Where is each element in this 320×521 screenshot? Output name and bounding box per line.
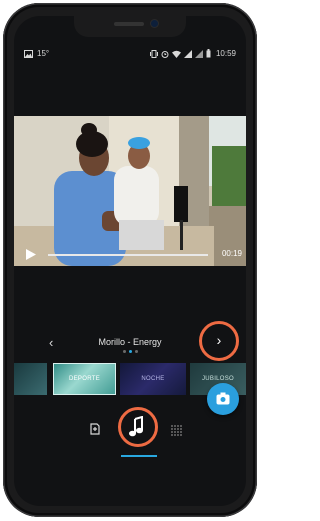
phone-frame: 15° 10:59 00:19 ‹ Morillo - Energy › DEP… bbox=[3, 3, 257, 517]
camera-button[interactable] bbox=[207, 383, 239, 415]
front-camera bbox=[151, 20, 158, 27]
format-icon[interactable] bbox=[171, 423, 183, 441]
status-temperature: 15° bbox=[37, 49, 50, 58]
signal-icon bbox=[183, 49, 192, 58]
filter-noche[interactable]: NOCHE bbox=[120, 363, 186, 395]
signal-icon bbox=[194, 49, 203, 58]
filter-deporte[interactable]: DEPORTE bbox=[53, 363, 116, 395]
status-bar: 15° 10:59 bbox=[14, 47, 246, 61]
music-note-icon[interactable] bbox=[127, 415, 147, 443]
next-song-button[interactable]: › bbox=[208, 329, 230, 351]
speaker-grille bbox=[114, 22, 144, 26]
alarm-icon bbox=[161, 50, 169, 58]
video-preview[interactable]: 00:19 bbox=[14, 116, 246, 266]
page-dot bbox=[122, 350, 126, 353]
player-controls: 00:19 bbox=[14, 242, 246, 266]
status-time: 10:59 bbox=[215, 49, 236, 58]
timeline-icon[interactable] bbox=[89, 422, 101, 440]
filter-thumbnail[interactable] bbox=[14, 363, 47, 395]
progress-track[interactable] bbox=[48, 254, 208, 256]
play-icon[interactable] bbox=[26, 247, 36, 265]
page-dot-active bbox=[128, 350, 132, 353]
battery-icon bbox=[206, 49, 211, 58]
wifi-icon bbox=[171, 50, 181, 58]
vibrate-icon bbox=[149, 49, 158, 58]
image-icon bbox=[24, 49, 33, 58]
selected-tab-indicator bbox=[121, 455, 157, 457]
notch bbox=[74, 16, 186, 37]
playback-time: 00:19 bbox=[221, 249, 242, 258]
page-dot bbox=[134, 350, 138, 353]
